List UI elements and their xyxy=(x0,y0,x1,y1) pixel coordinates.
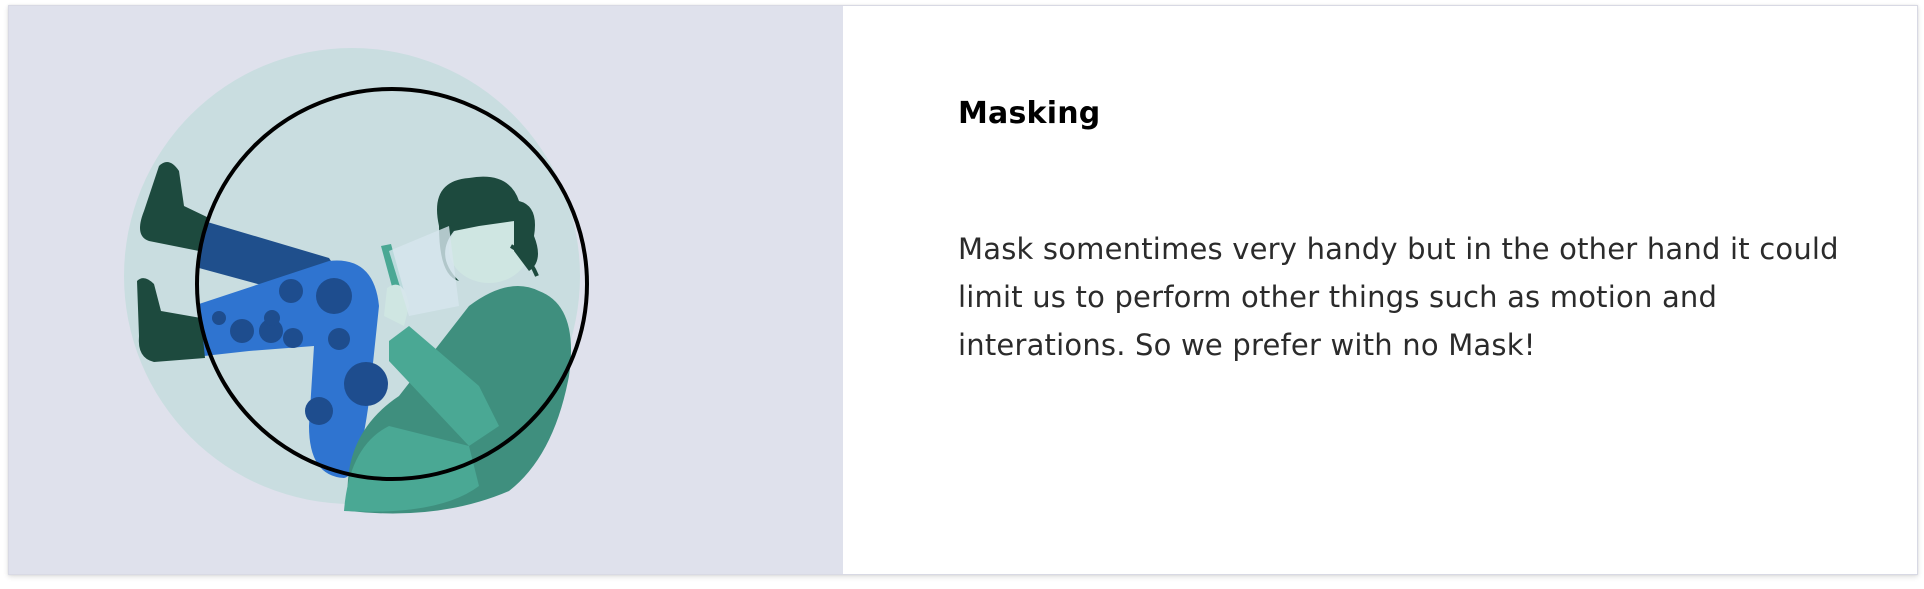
pants-dot xyxy=(344,362,388,406)
pants-dot xyxy=(264,310,280,326)
card-title: Masking xyxy=(958,96,1101,131)
illustration-panel xyxy=(9,6,843,574)
pants-dot xyxy=(305,397,333,425)
content-panel: Masking Mask somentimes very handy but i… xyxy=(843,6,1917,574)
card-description: Mask somentimes very handy but in the ot… xyxy=(958,232,1839,362)
pants-dot xyxy=(316,278,352,314)
pants-dot xyxy=(212,311,226,325)
pants-dot xyxy=(283,328,303,348)
person-in-bubble-illustration xyxy=(124,48,589,514)
pants-dot xyxy=(328,328,350,350)
pants-dot xyxy=(230,319,254,343)
masking-card: Masking Mask somentimes very handy but i… xyxy=(8,5,1918,575)
pants-dot xyxy=(279,279,303,303)
